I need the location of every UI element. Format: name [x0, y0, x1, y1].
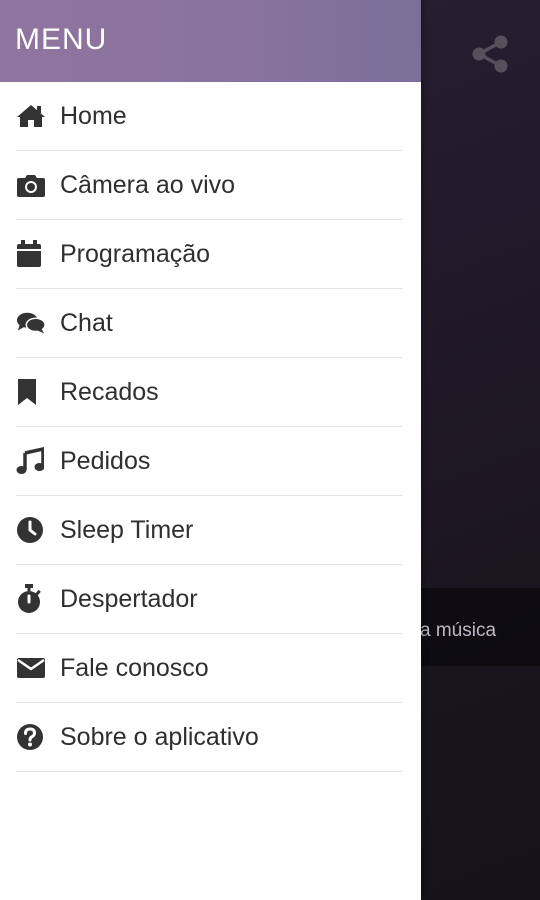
menu-item-home[interactable]: Home [16, 82, 402, 151]
menu-item-camera[interactable]: Câmera ao vivo [16, 151, 402, 220]
menu-item-about[interactable]: Sobre o aplicativo [16, 703, 402, 772]
menu-item-sleep-timer[interactable]: Sleep Timer [16, 496, 402, 565]
menu-item-alarm[interactable]: Despertador [16, 565, 402, 634]
now-playing-text: a música [420, 620, 497, 641]
menu-item-messages[interactable]: Recados [16, 358, 402, 427]
share-icon [472, 35, 508, 73]
menu-label: Chat [60, 308, 113, 337]
bookmark-icon [16, 377, 46, 407]
menu-label: Sleep Timer [60, 515, 194, 544]
menu-label: Fale conosco [60, 653, 209, 682]
menu-label: Pedidos [60, 446, 151, 475]
camera-icon [16, 170, 46, 200]
drawer-title: MENU [15, 23, 108, 56]
music-note-icon [16, 446, 46, 476]
menu-label: Sobre o aplicativo [60, 722, 259, 751]
navigation-drawer: MENU Home Câmera ao vivo Programação Cha… [0, 0, 421, 900]
menu-label: Home [60, 101, 127, 130]
share-button[interactable] [468, 32, 512, 76]
menu-label: Câmera ao vivo [60, 170, 236, 199]
menu-item-schedule[interactable]: Programação [16, 220, 402, 289]
envelope-icon [16, 653, 46, 683]
menu-label: Programação [60, 239, 211, 268]
menu-label: Recados [60, 377, 159, 406]
menu-item-requests[interactable]: Pedidos [16, 427, 402, 496]
clock-icon [16, 515, 46, 545]
menu-item-chat[interactable]: Chat [16, 289, 402, 358]
menu-list: Home Câmera ao vivo Programação Chat Rec… [0, 82, 421, 772]
menu-label: Despertador [60, 584, 198, 613]
chat-icon [16, 308, 46, 338]
menu-item-contact[interactable]: Fale conosco [16, 634, 402, 703]
home-icon [16, 101, 46, 131]
calendar-icon [16, 239, 46, 269]
stopwatch-icon [16, 584, 46, 614]
question-circle-icon [16, 722, 46, 752]
drawer-header: MENU [0, 0, 421, 82]
